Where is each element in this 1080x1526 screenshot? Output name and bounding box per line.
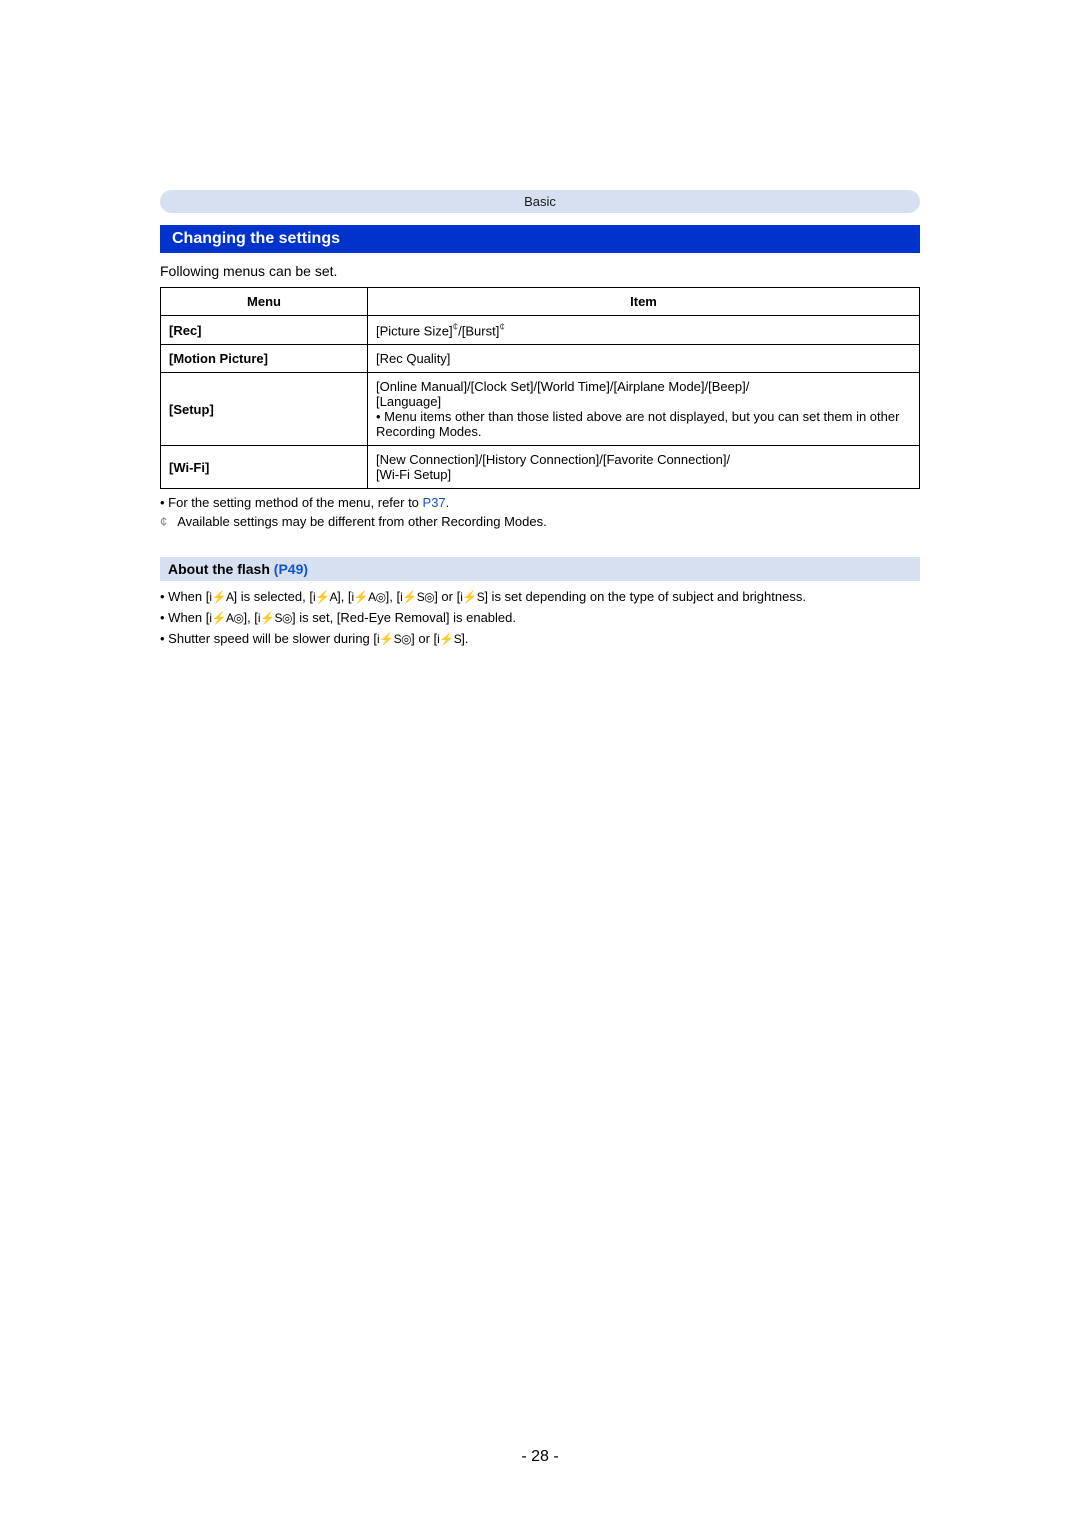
flash-bullet-3: Shutter speed will be slower during [i⚡S… (160, 631, 920, 646)
fb2-b: ], [ (243, 610, 257, 625)
category-banner: Basic (160, 190, 920, 213)
fb1-e: ] or [ (434, 589, 460, 604)
fb3-c: ]. (461, 631, 468, 646)
wifi-line-1: [New Connection]/[History Connection]/[F… (376, 452, 911, 467)
menu-cell-motion: [Motion Picture] (161, 345, 368, 373)
page-container: Basic Changing the settings Following me… (0, 0, 1080, 1526)
rec-item-a: [Picture Size] (376, 323, 453, 338)
method-note: For the setting method of the menu, refe… (160, 495, 920, 510)
table-row: [Rec] [Picture Size]¢/[Burst]¢ (161, 316, 920, 345)
fb1-a: When [ (168, 589, 209, 604)
flash-auto-redeye-icon: i⚡A◎ (352, 590, 386, 604)
flash-slow-redeye-icon: i⚡S◎ (377, 632, 411, 646)
flash-slow-icon: i⚡S (460, 590, 484, 604)
flash-slow-redeye-icon: i⚡S◎ (258, 611, 292, 625)
setup-line-1: [Online Manual]/[Clock Set]/[World Time]… (376, 379, 911, 394)
fb2-c: ] is set, [Red-Eye Removal] is enabled. (292, 610, 516, 625)
section-intro-text: Following menus can be set. (160, 263, 920, 279)
footnote-marker-icon: ¢ (499, 322, 505, 333)
fb3-a: Shutter speed will be slower during [ (168, 631, 377, 646)
item-cell-rec: [Picture Size]¢/[Burst]¢ (368, 316, 920, 345)
flash-heading-bar: About the flash (P49) (160, 557, 920, 581)
item-cell-wifi: [New Connection]/[History Connection]/[F… (368, 446, 920, 489)
menu-cell-setup: [Setup] (161, 373, 368, 446)
flash-auto-icon: i⚡A (209, 590, 233, 604)
page-number: - 28 - (0, 1448, 1080, 1466)
footnote-text: Available settings may be different from… (177, 514, 547, 529)
flash-bullet-1: When [i⚡A] is selected, [i⚡A], [i⚡A◎], [… (160, 589, 920, 604)
bullet-dot-icon (160, 610, 168, 625)
flash-auto-icon: i⚡A (313, 590, 337, 604)
flash-auto-redeye-icon: i⚡A◎ (209, 611, 243, 625)
fb1-b: ] is selected, [ (233, 589, 312, 604)
table-header-item: Item (368, 288, 920, 316)
section-title-bar: Changing the settings (160, 225, 920, 253)
menu-settings-table: Menu Item [Rec] [Picture Size]¢/[Burst]¢… (160, 287, 920, 489)
setup-line-2: [Language] (376, 394, 911, 409)
footnote-line: ¢ Available settings may be different fro… (160, 514, 920, 529)
menu-cell-rec: [Rec] (161, 316, 368, 345)
fb3-b: ] or [ (411, 631, 437, 646)
item-cell-motion: [Rec Quality] (368, 345, 920, 373)
fb2-a: When [ (168, 610, 209, 625)
wifi-line-2: [Wi-Fi Setup] (376, 467, 911, 482)
page-link-p37[interactable]: P37 (423, 495, 446, 510)
flash-bullet-2: When [i⚡A◎], [i⚡S◎] is set, [Red-Eye Rem… (160, 610, 920, 625)
table-header-menu: Menu (161, 288, 368, 316)
menu-cell-wifi: [Wi-Fi] (161, 446, 368, 489)
page-link-p49[interactable]: (P49) (274, 561, 308, 577)
flash-slow-icon: i⚡S (437, 632, 461, 646)
bullet-dot-icon (160, 631, 168, 646)
fb1-f: ] is set depending on the type of subjec… (484, 589, 806, 604)
method-note-prefix: For the setting method of the menu, refe… (168, 495, 422, 510)
method-note-suffix: . (446, 495, 450, 510)
rec-item-b: /[Burst] (458, 323, 499, 338)
footnote-star-icon: ¢ (160, 514, 167, 529)
fb1-d: ], [ (386, 589, 400, 604)
bullet-dot-icon (160, 589, 168, 604)
setup-note-line: • Menu items other than those listed abo… (376, 409, 911, 439)
item-cell-setup: [Online Manual]/[Clock Set]/[World Time]… (368, 373, 920, 446)
table-row: [Wi-Fi] [New Connection]/[History Connec… (161, 446, 920, 489)
flash-slow-redeye-icon: i⚡S◎ (400, 590, 434, 604)
setup-note-text: Menu items other than those listed above… (376, 409, 899, 439)
bullet-dot: • (376, 409, 384, 424)
flash-heading-text: About the flash (168, 561, 274, 577)
table-row: [Setup] [Online Manual]/[Clock Set]/[Wor… (161, 373, 920, 446)
bullet-dot-icon (160, 495, 168, 510)
fb1-c: ], [ (337, 589, 351, 604)
table-row: [Motion Picture] [Rec Quality] (161, 345, 920, 373)
